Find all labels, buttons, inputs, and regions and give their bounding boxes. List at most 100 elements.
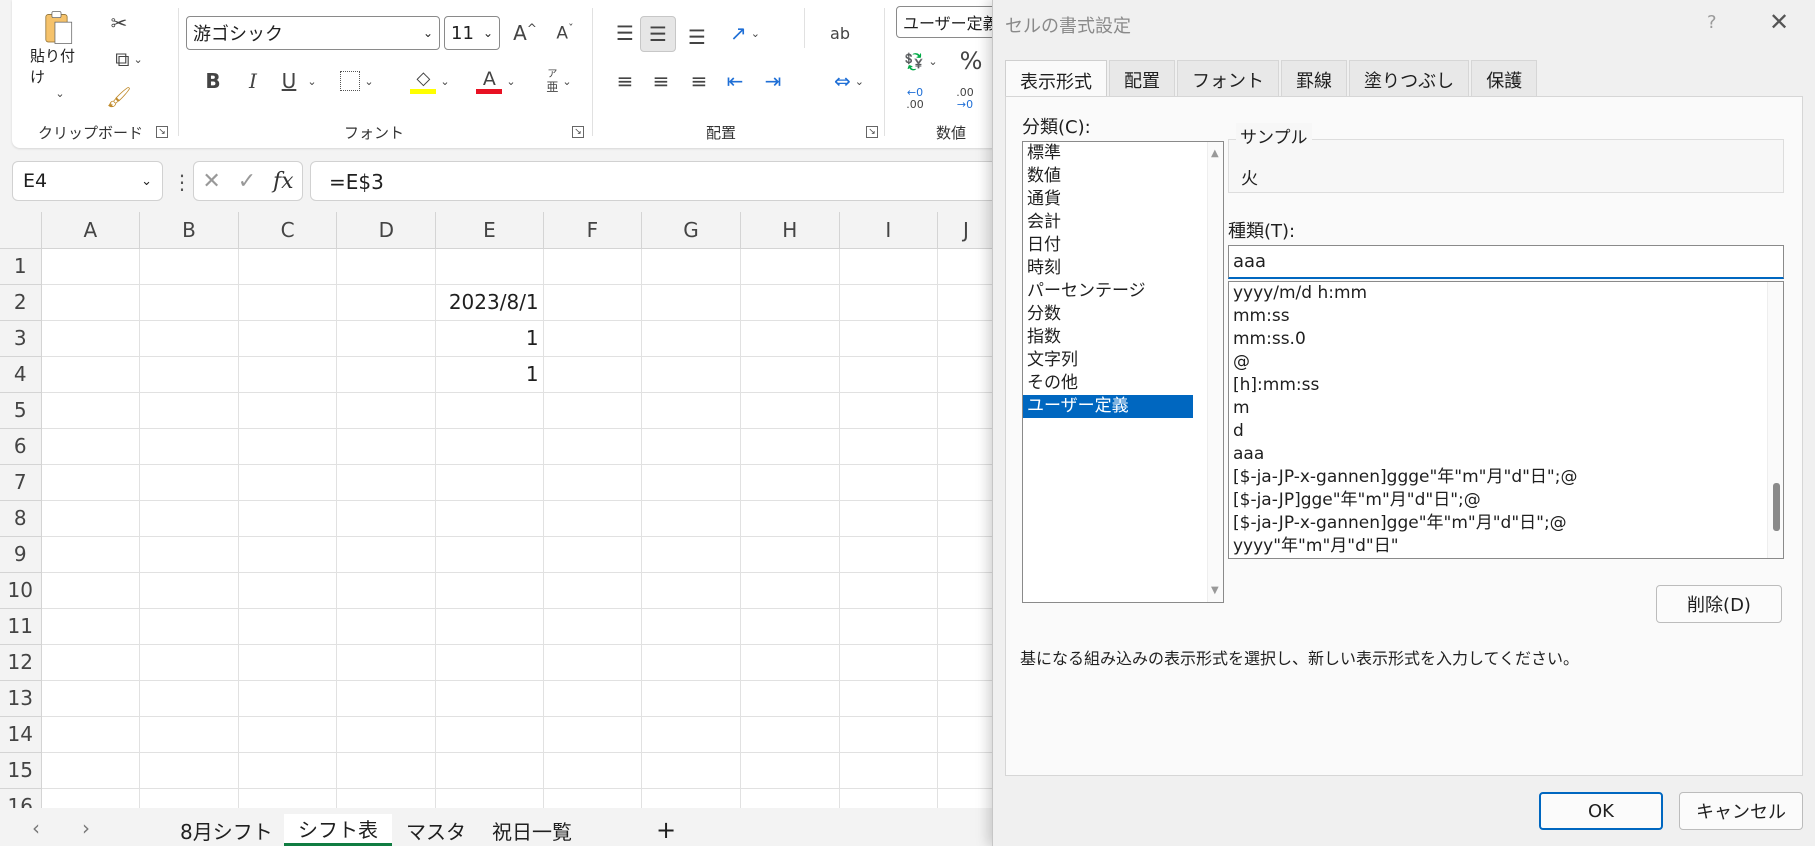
cell[interactable] (336, 356, 437, 393)
cancel-button[interactable]: キャンセル (1679, 792, 1803, 830)
cell[interactable] (740, 716, 840, 753)
scroll-up-icon[interactable]: ▲ (1211, 148, 1219, 159)
cell[interactable] (937, 572, 995, 609)
cell[interactable] (435, 572, 544, 609)
cell[interactable] (139, 644, 239, 681)
cell[interactable] (740, 752, 840, 789)
cell[interactable] (543, 428, 643, 465)
cell[interactable] (139, 500, 239, 537)
paste-button[interactable]: 貼り付け ⌄ (30, 10, 86, 100)
cell[interactable] (937, 248, 995, 285)
cell[interactable] (435, 500, 544, 537)
cell[interactable] (937, 680, 995, 717)
cell[interactable] (139, 464, 239, 501)
cell[interactable] (641, 284, 741, 321)
cell[interactable] (839, 500, 938, 537)
list-item[interactable]: [$-ja-JP]gge"年"m"月"d"日";@ (1229, 489, 1783, 512)
font-launcher-icon[interactable]: ↘ (572, 126, 584, 138)
font-name-combo[interactable]: 游ゴシック ⌄ (186, 16, 440, 50)
font-color-button[interactable]: A ⌄ (468, 64, 524, 98)
column-header[interactable]: F (543, 212, 643, 249)
cell[interactable] (238, 716, 338, 753)
cell[interactable] (641, 608, 741, 645)
list-item[interactable]: その他 (1023, 372, 1223, 395)
cell[interactable] (740, 572, 840, 609)
underline-button[interactable]: U (274, 66, 304, 96)
tab-border[interactable]: 罫線 (1281, 60, 1347, 98)
cell[interactable] (238, 788, 338, 808)
cell[interactable] (937, 464, 995, 501)
cell[interactable] (740, 428, 840, 465)
cell[interactable] (238, 320, 338, 357)
cell[interactable] (336, 536, 437, 573)
list-item[interactable]: mm:ss.0 (1229, 328, 1783, 351)
list-item[interactable]: yyyy"年"m"月"d"日" (1229, 535, 1783, 558)
clipboard-launcher-icon[interactable]: ↘ (156, 126, 168, 138)
cell[interactable] (336, 752, 437, 789)
cell[interactable] (41, 752, 141, 789)
cell-e4[interactable]: 1 (435, 356, 544, 393)
list-item[interactable]: aaa (1229, 443, 1783, 466)
cell[interactable] (435, 464, 544, 501)
cell[interactable] (543, 284, 643, 321)
list-item[interactable]: [$-ja-JP-x-gannen]gge"年"m"月"d"日";@ (1229, 512, 1783, 535)
cell[interactable] (139, 320, 239, 357)
align-top-button[interactable]: ☰ (608, 16, 642, 50)
cell[interactable] (641, 428, 741, 465)
cell[interactable] (41, 428, 141, 465)
row-header[interactable]: 10 (0, 572, 42, 609)
row-header[interactable]: 11 (0, 608, 42, 645)
chevron-right-icon[interactable]: › (82, 816, 90, 840)
wrap-text-button[interactable]: ab (820, 16, 860, 50)
cell[interactable] (641, 356, 741, 393)
phonetic-button[interactable]: ア 亜 ⌄ (534, 64, 584, 98)
cell[interactable] (139, 788, 239, 808)
cell[interactable] (139, 284, 239, 321)
cell[interactable] (937, 320, 995, 357)
cell[interactable] (740, 608, 840, 645)
borders-button[interactable]: ⌄ (332, 66, 382, 96)
cell[interactable] (937, 284, 995, 321)
row-header[interactable]: 16 (0, 788, 42, 808)
cell[interactable] (839, 248, 938, 285)
category-list[interactable]: 標準 数値 通貨 会計 日付 時刻 パーセンテージ 分数 指数 文字列 その他 … (1022, 141, 1224, 603)
row-header[interactable]: 13 (0, 680, 42, 717)
column-header[interactable]: H (740, 212, 840, 249)
cell[interactable] (937, 644, 995, 681)
list-item[interactable]: @ (1229, 351, 1783, 374)
cell[interactable] (41, 464, 141, 501)
cell[interactable] (435, 716, 544, 753)
close-icon[interactable]: ✕ (1769, 8, 1789, 36)
cell[interactable] (238, 644, 338, 681)
cell[interactable] (41, 644, 141, 681)
cell[interactable] (641, 248, 741, 285)
cell[interactable] (336, 320, 437, 357)
scroll-thumb[interactable] (1773, 483, 1780, 531)
cell[interactable] (641, 644, 741, 681)
bold-button[interactable]: B (198, 66, 228, 96)
column-header[interactable]: D (336, 212, 437, 249)
tab-number[interactable]: 表示形式 (1005, 60, 1107, 100)
sheet-tab[interactable]: 8月シフト (166, 814, 287, 846)
column-header[interactable]: A (41, 212, 141, 249)
cell[interactable] (543, 644, 643, 681)
cell-e3[interactable]: 1 (435, 320, 544, 357)
cell[interactable] (336, 500, 437, 537)
format-painter-button[interactable]: 🖌 (104, 82, 134, 112)
copy-button[interactable]: ⧉ ⌄ (104, 44, 154, 74)
list-item[interactable]: [h]:mm:ss (1229, 374, 1783, 397)
cell[interactable] (336, 392, 437, 429)
cell[interactable] (435, 536, 544, 573)
decrease-decimal-button[interactable]: .00 →0 (948, 84, 982, 114)
cell[interactable] (139, 392, 239, 429)
cell[interactable] (238, 500, 338, 537)
cell[interactable] (435, 752, 544, 789)
cell[interactable] (543, 572, 643, 609)
alignment-launcher-icon[interactable]: ↘ (866, 126, 878, 138)
cell[interactable] (435, 392, 544, 429)
cell[interactable] (839, 536, 938, 573)
cell[interactable] (839, 464, 938, 501)
category-scrollbar[interactable]: ▲ ▼ (1207, 142, 1223, 602)
list-item[interactable]: 数値 (1023, 165, 1223, 188)
add-sheet-button[interactable]: + (642, 814, 690, 846)
